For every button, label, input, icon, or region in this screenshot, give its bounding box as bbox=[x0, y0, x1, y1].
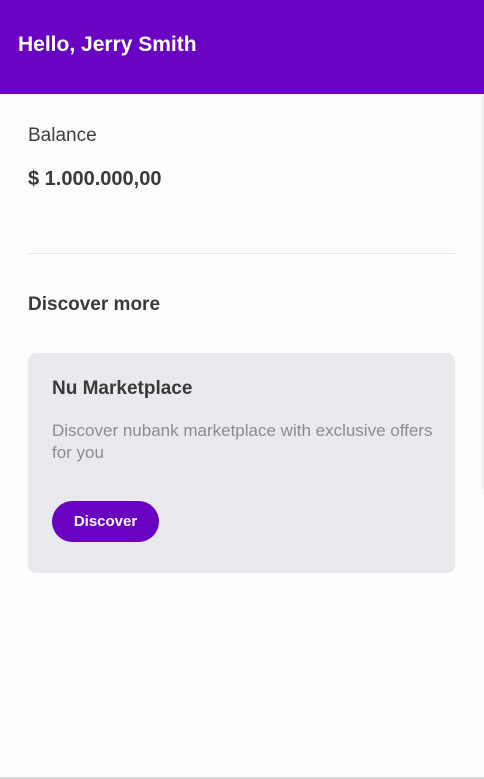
app-header: Hello, Jerry Smith bbox=[0, 0, 484, 94]
greeting-title: Hello, Jerry Smith bbox=[18, 33, 197, 56]
card-description: Discover nubank marketplace with exclusi… bbox=[52, 421, 433, 462]
balance-label: Balance bbox=[28, 125, 97, 146]
discover-button[interactable]: Discover bbox=[52, 501, 159, 542]
marketplace-card: Nu Marketplace Discover nubank marketpla… bbox=[28, 353, 455, 573]
section-divider bbox=[28, 253, 455, 254]
discover-section-title: Discover more bbox=[28, 294, 161, 315]
card-title: Nu Marketplace bbox=[52, 378, 193, 399]
balance-value: $ 1.000.000,00 bbox=[28, 168, 162, 190]
drawer-edge-shadow bbox=[480, 94, 484, 494]
